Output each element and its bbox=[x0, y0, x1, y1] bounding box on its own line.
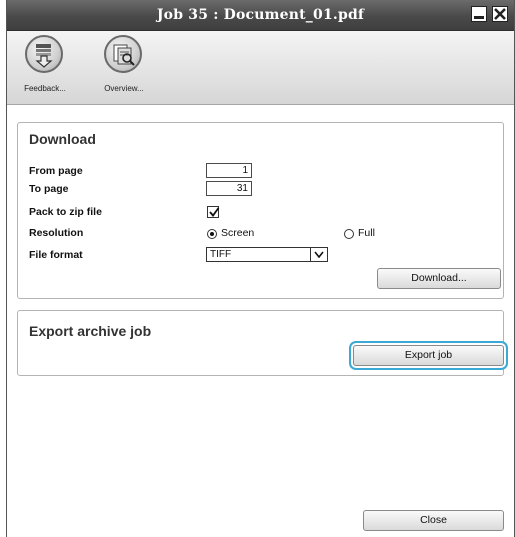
title-bar: Job 35 : Document_01.pdf bbox=[7, 0, 514, 31]
feedback-icon bbox=[25, 35, 63, 73]
job-window: Job 35 : Document_01.pdf Feedback... Ove… bbox=[6, 0, 515, 537]
feedback-label: Feedback... bbox=[24, 84, 66, 93]
close-button[interactable]: Close bbox=[363, 510, 504, 531]
resolution-full-radio[interactable] bbox=[344, 229, 354, 239]
minimize-button[interactable] bbox=[471, 6, 487, 22]
overview-icon bbox=[104, 35, 142, 73]
file-format-value: TIFF bbox=[210, 249, 232, 260]
resolution-screen-label: Screen bbox=[221, 227, 255, 239]
window-title: Job 35 : Document_01.pdf bbox=[156, 7, 365, 23]
export-panel: Export archive job Export job bbox=[17, 310, 504, 376]
file-format-label: File format bbox=[29, 249, 83, 261]
chevron-down-icon[interactable] bbox=[310, 248, 327, 261]
resolution-label: Resolution bbox=[29, 227, 84, 239]
overview-label: Overview... bbox=[104, 84, 144, 93]
download-button[interactable]: Download... bbox=[377, 268, 501, 289]
resolution-full-label: Full bbox=[358, 227, 375, 239]
export-title: Export archive job bbox=[29, 323, 152, 339]
from-page-input[interactable]: 1 bbox=[206, 163, 252, 178]
resolution-screen-radio[interactable] bbox=[207, 229, 217, 239]
close-window-button[interactable] bbox=[492, 6, 508, 22]
toolbar: Feedback... Overview... bbox=[7, 31, 514, 105]
pack-zip-checkbox[interactable] bbox=[207, 206, 220, 218]
file-format-select[interactable]: TIFF bbox=[206, 247, 328, 262]
download-title: Download bbox=[29, 131, 96, 147]
download-panel: Download From page 1 To page 31 Pack to … bbox=[17, 122, 504, 299]
export-job-button[interactable]: Export job bbox=[353, 345, 504, 366]
from-page-label: From page bbox=[29, 165, 83, 177]
pack-zip-label: Pack to zip file bbox=[29, 206, 102, 218]
overview-tool-button[interactable]: Overview... bbox=[96, 35, 152, 101]
close-icon bbox=[494, 8, 506, 20]
checkmark-icon bbox=[209, 207, 220, 217]
to-page-label: To page bbox=[29, 183, 69, 195]
feedback-tool-button[interactable]: Feedback... bbox=[17, 35, 73, 101]
to-page-input[interactable]: 31 bbox=[206, 181, 252, 196]
